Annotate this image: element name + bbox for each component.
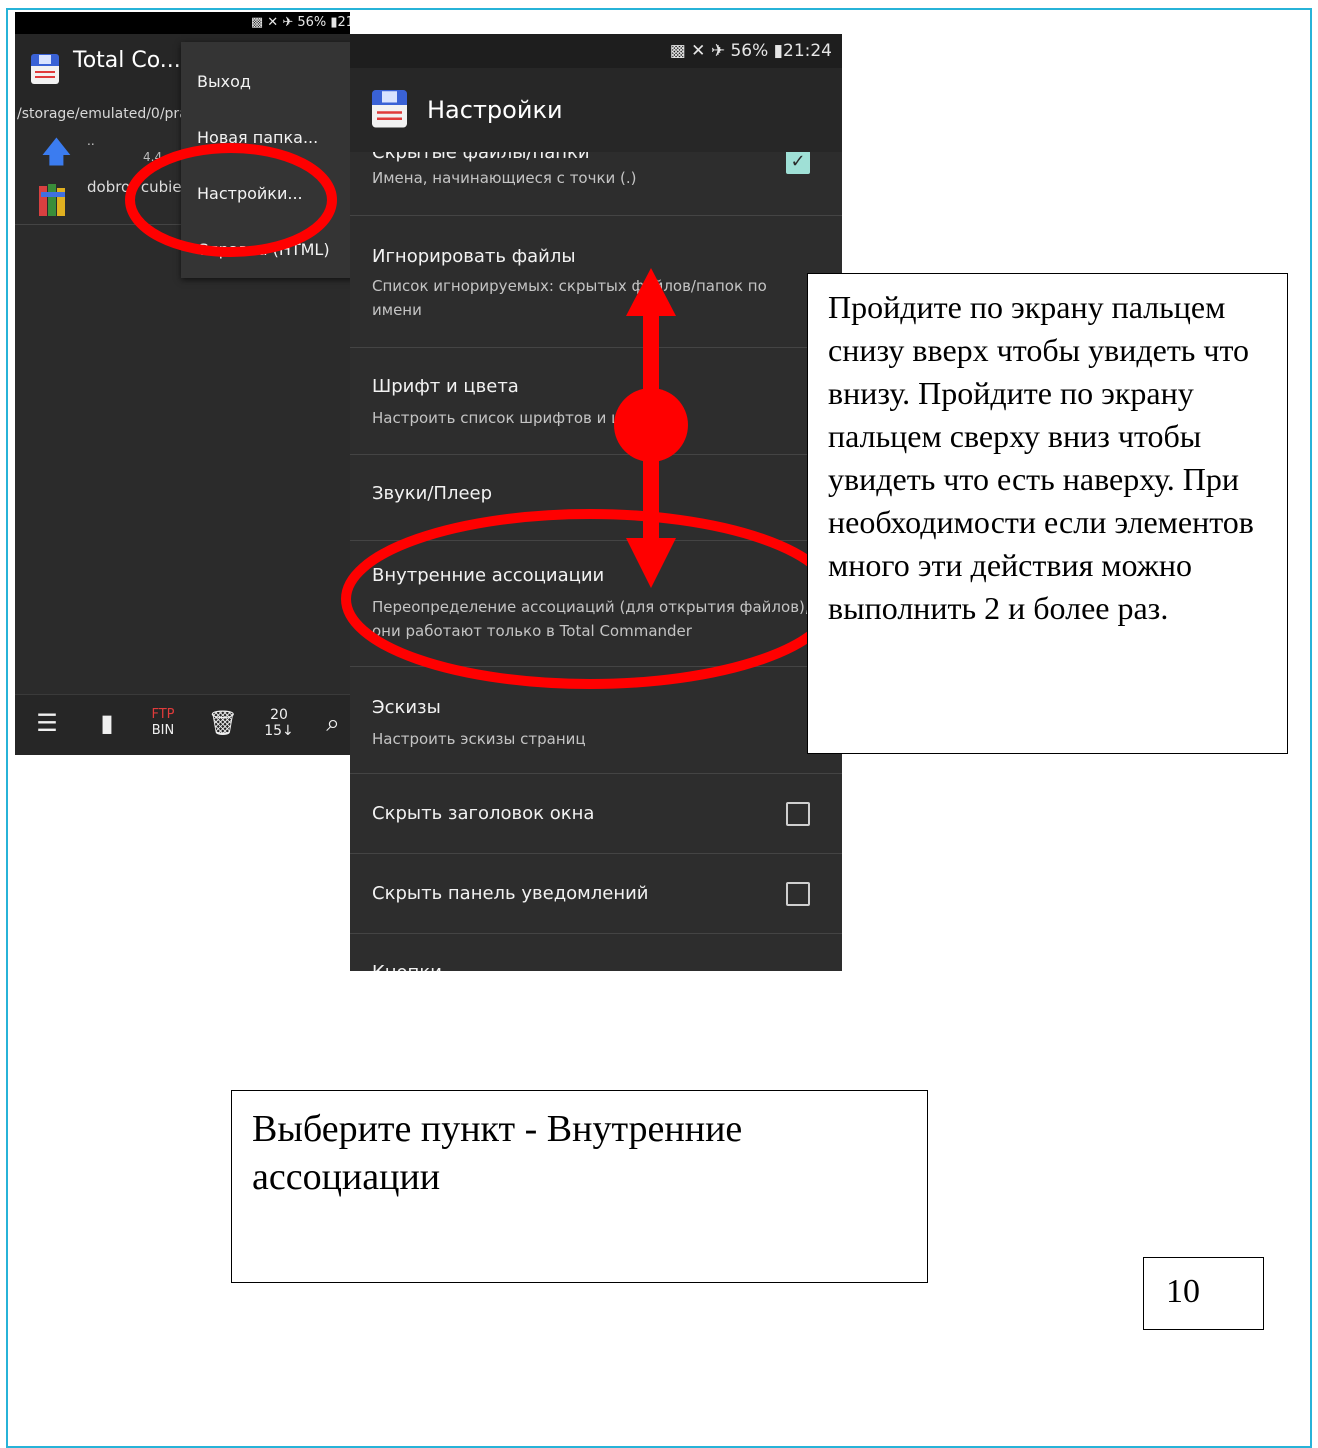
page-title: Настройки (427, 96, 563, 124)
highlight-circle-associations (341, 509, 839, 689)
swipe-hint-callout: Пройдите по экрану пальцем снизу вверх ч… (807, 273, 1288, 754)
arrow-down-head (626, 538, 676, 588)
instruction-callout: Выберите пункт - Внутренние ассоциации (231, 1090, 928, 1283)
app-bar (350, 68, 842, 152)
arrow-up-head (626, 268, 676, 316)
finger-dot (614, 388, 688, 462)
highlight-circle-settings (125, 143, 337, 257)
floppy-disk-icon (372, 90, 407, 128)
page-number: 10 (1143, 1257, 1264, 1330)
